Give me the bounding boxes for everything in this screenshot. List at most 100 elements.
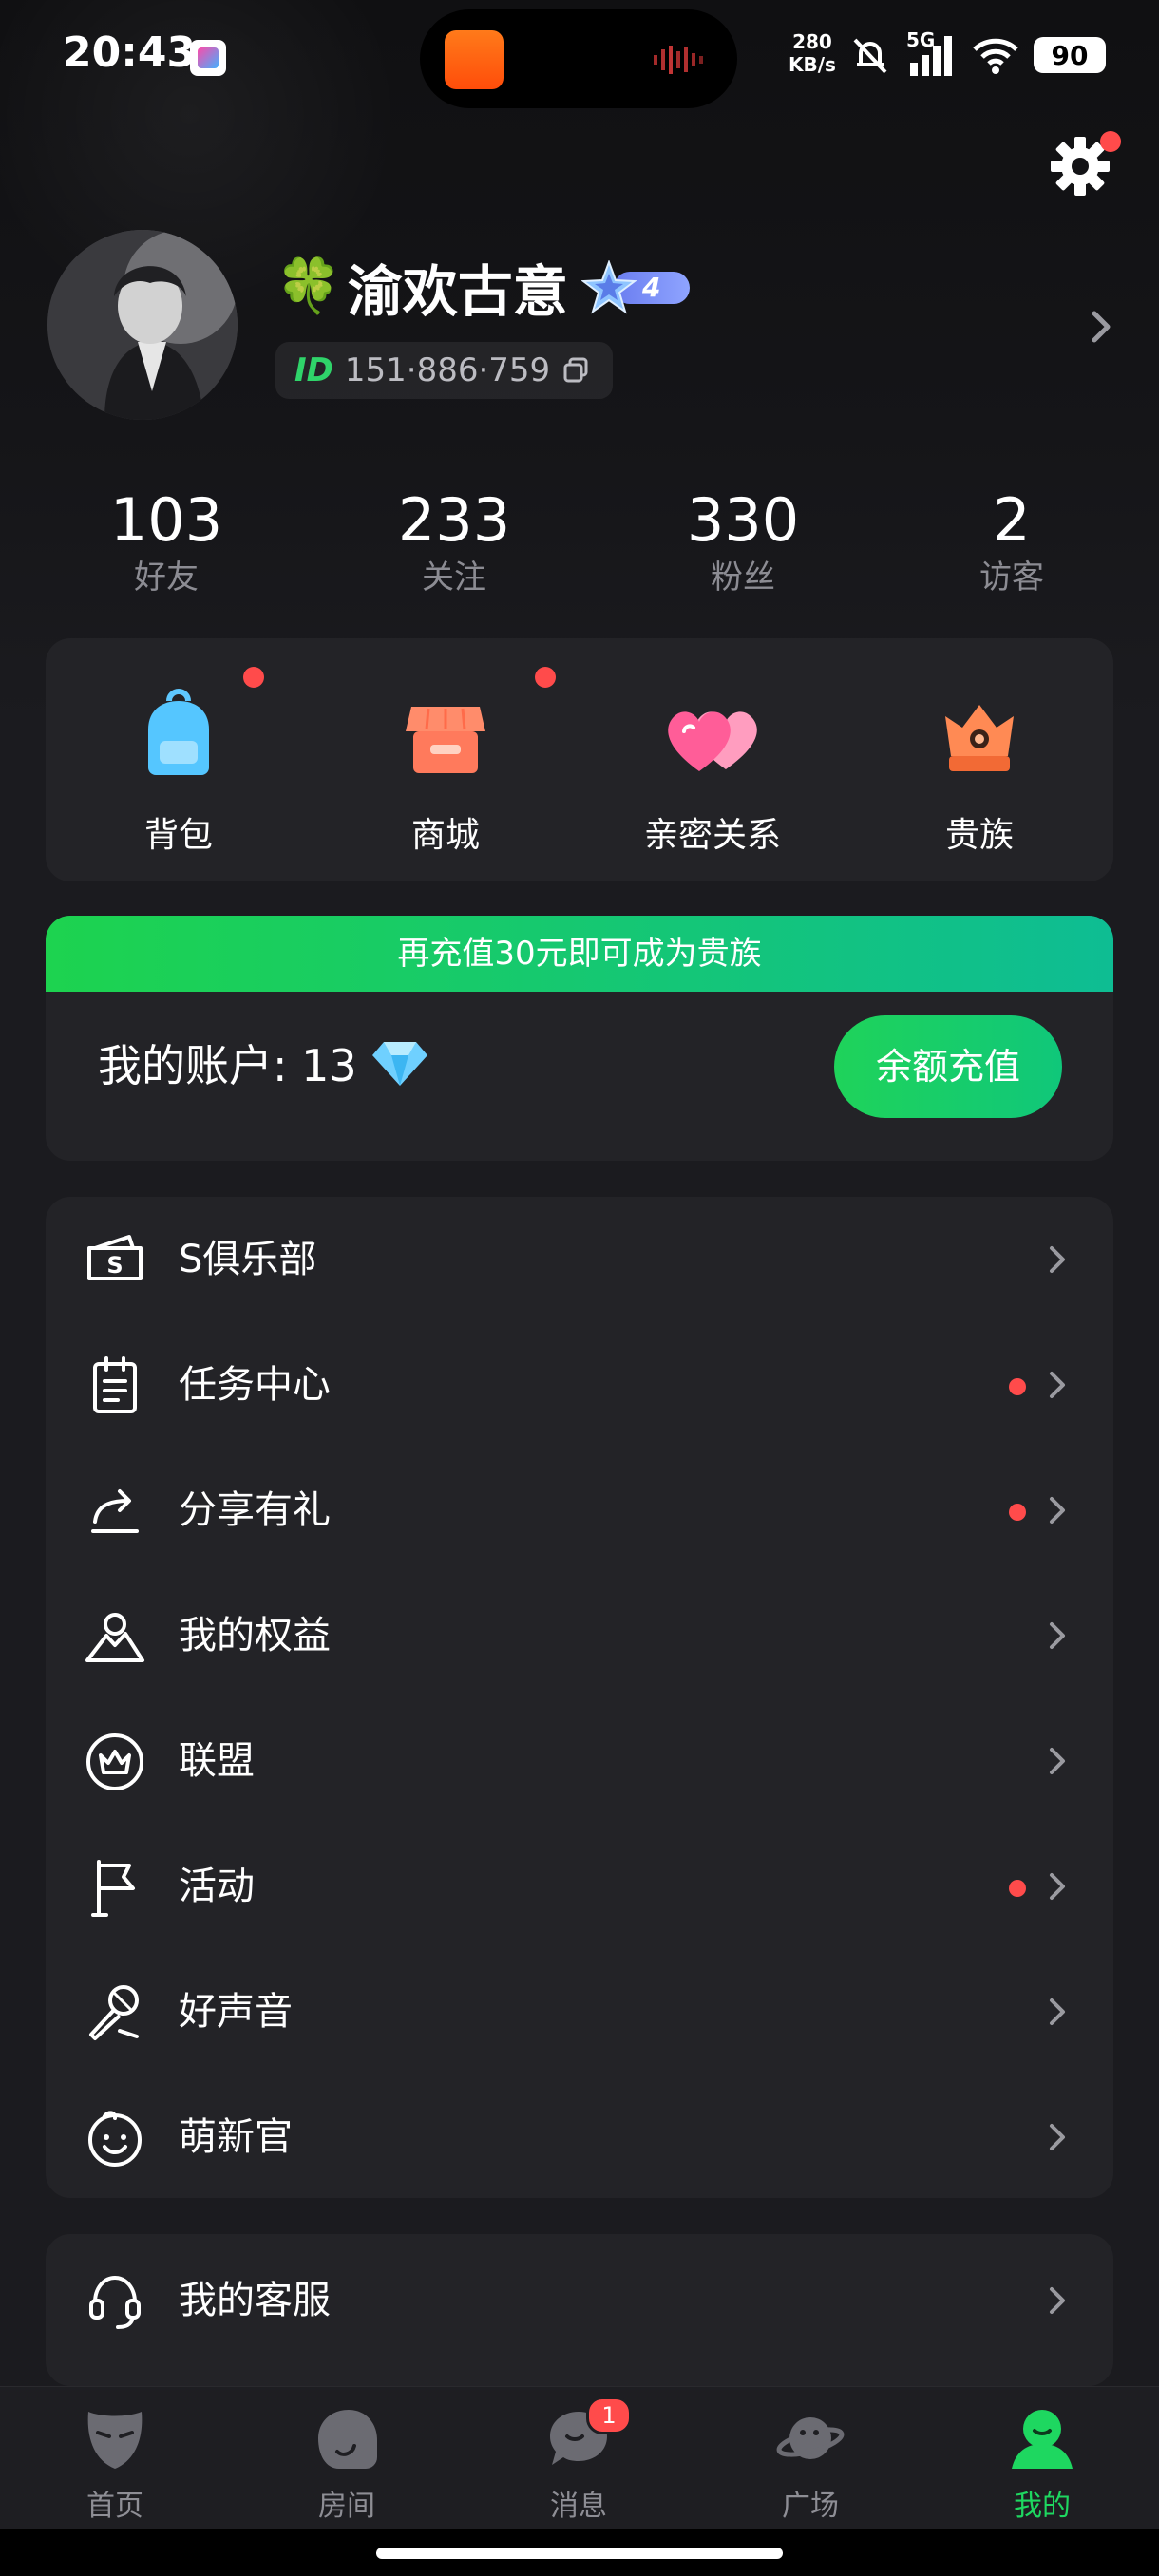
- menu-item-customer-service[interactable]: 我的客服: [46, 2238, 1113, 2363]
- quick-action-nobility[interactable]: 贵族: [846, 638, 1112, 881]
- network-speed-value: 280: [792, 30, 832, 53]
- nobility-upgrade-banner[interactable]: 再充值30元即可成为贵族: [46, 916, 1113, 992]
- quick-action-label: 背包: [143, 816, 213, 855]
- menu-item-label: 萌新官: [179, 2115, 293, 2159]
- menu-item-share-rewards[interactable]: 分享有礼: [46, 1448, 1113, 1573]
- menu-item-task-center[interactable]: 任务中心: [46, 1322, 1113, 1448]
- chevron-right-icon: [1050, 2287, 1065, 2314]
- nav-tab-label: 消息: [550, 2490, 607, 2523]
- menu-item-alliance[interactable]: 联盟: [46, 1698, 1113, 1824]
- nickname-row[interactable]: 🍀 渝欢古意 4: [276, 249, 695, 325]
- chevron-right-icon: [1050, 1372, 1065, 1398]
- menu-item-s-club[interactable]: S S俱乐部: [46, 1197, 1113, 1322]
- stat-visitors[interactable]: 2 访客: [907, 484, 1116, 598]
- nav-tab-messages[interactable]: 1 消息: [493, 2387, 664, 2529]
- share-rewards-notification-dot: [1009, 1504, 1026, 1521]
- stat-label: 访客: [979, 559, 1044, 597]
- chevron-right-icon: [1050, 1998, 1065, 2025]
- stat-following[interactable]: 233 关注: [350, 484, 559, 598]
- nav-tab-plaza[interactable]: 广场: [725, 2387, 896, 2529]
- stat-label: 关注: [422, 559, 486, 597]
- mute-bell-icon: [853, 38, 887, 74]
- home-indicator[interactable]: [376, 2548, 783, 2559]
- recharge-button[interactable]: 余额充值: [834, 1015, 1062, 1118]
- stat-fans[interactable]: 330 粉丝: [638, 484, 847, 598]
- headset-icon: [89, 2275, 141, 2329]
- network-type: 5G: [906, 28, 936, 51]
- bottom-nav: 首页 房间 1 消息 广场 我的: [0, 2386, 1159, 2529]
- stat-label: 好友: [134, 559, 199, 597]
- stat-value: 233: [397, 485, 511, 555]
- stats-row: 103 好友 233 关注 330 粉丝 2 访客: [0, 484, 1159, 608]
- quick-action-shop[interactable]: 商城: [313, 638, 579, 881]
- account-card: 再充值30元即可成为贵族 我的账户: 13 余额充值: [46, 916, 1113, 1161]
- shop-notification-dot: [535, 667, 556, 688]
- backpack-notification-dot: [243, 667, 264, 688]
- nav-tab-room[interactable]: 房间: [261, 2387, 432, 2529]
- menu-item-label: 我的客服: [179, 2279, 331, 2322]
- menu-item-label: 我的权益: [179, 1614, 331, 1657]
- quick-action-label: 贵族: [944, 816, 1014, 855]
- avatar[interactable]: [48, 230, 238, 420]
- quick-actions-card: 背包 商城 亲密关系 贵族: [46, 638, 1113, 881]
- messages-unread-badge: 1: [586, 2396, 632, 2434]
- clover-icon: 🍀: [276, 256, 342, 317]
- id-label: ID: [294, 351, 333, 389]
- menu-item-events[interactable]: 活动: [46, 1824, 1113, 1949]
- menu-item-label: 活动: [179, 1865, 255, 1908]
- level-badge[interactable]: 4: [580, 260, 695, 314]
- quick-action-backpack[interactable]: 背包: [46, 638, 312, 881]
- stat-friends[interactable]: 103 好友: [62, 484, 271, 598]
- cellular-signal-icon: 5G: [906, 28, 958, 78]
- svg-text:S: S: [106, 1252, 123, 1279]
- menu-item-newbie-guide[interactable]: 萌新官: [46, 2074, 1113, 2200]
- account-balance: 我的账户: 13: [98, 1030, 429, 1096]
- settings-button[interactable]: [1047, 131, 1121, 199]
- audio-wave-icon: [654, 46, 703, 74]
- user-id-value: 151·886·759: [344, 351, 551, 389]
- menu-item-label: 分享有礼: [179, 1488, 331, 1532]
- chevron-right-icon: [1050, 1497, 1065, 1524]
- nav-tab-home[interactable]: 首页: [29, 2387, 200, 2529]
- status-icons: 5G 90: [847, 27, 1106, 84]
- user-id-chip[interactable]: ID 151·886·759: [276, 342, 614, 399]
- copy-icon[interactable]: [561, 356, 590, 385]
- diamond-icon: [371, 1042, 428, 1086]
- menu-item-label: S俱乐部: [179, 1238, 317, 1281]
- menu-card: S S俱乐部 任务中心 分享有礼 我的权益 联盟 活动 好声音 萌新官: [46, 1197, 1113, 2198]
- stat-value: 103: [109, 485, 223, 555]
- task-center-notification-dot: [1009, 1378, 1026, 1395]
- live-app-icon: [445, 30, 504, 89]
- status-bar: 20:43 280 KB/s 5G 90: [0, 0, 1159, 114]
- backpack-icon: [148, 689, 209, 775]
- dynamic-island[interactable]: [420, 9, 737, 108]
- menu-item-my-benefits[interactable]: 我的权益: [46, 1573, 1113, 1698]
- planet-icon: [776, 2417, 845, 2459]
- stat-value: 330: [686, 485, 800, 555]
- nav-tab-label: 房间: [318, 2490, 375, 2523]
- star-level-icon: [580, 260, 636, 314]
- chevron-right-icon: [1050, 1873, 1065, 1900]
- quick-action-label: 亲密关系: [643, 816, 781, 855]
- chevron-right-icon: [1050, 1246, 1065, 1273]
- network-speed-unit: KB/s: [788, 53, 836, 76]
- club-ticket-icon: S: [87, 1235, 142, 1280]
- events-notification-dot: [1009, 1880, 1026, 1897]
- nav-tab-label: 首页: [86, 2490, 143, 2523]
- room-icon: [318, 2410, 377, 2469]
- quick-action-label: 商城: [410, 816, 480, 855]
- stat-value: 2: [993, 485, 1031, 555]
- menu-item-good-voice[interactable]: 好声音: [46, 1949, 1113, 2074]
- nav-tab-me[interactable]: 我的: [957, 2387, 1128, 2529]
- quick-action-intimacy[interactable]: 亲密关系: [580, 638, 846, 881]
- smiley-icon: [88, 2111, 142, 2167]
- menu-item-label: 任务中心: [179, 1363, 331, 1407]
- notification-app-icon: [190, 40, 226, 76]
- flag-icon: [91, 1860, 135, 1917]
- battery-indicator: 90: [1034, 37, 1106, 73]
- chevron-right-icon: [1050, 2124, 1065, 2150]
- profile-chevron-icon[interactable]: [1085, 306, 1117, 348]
- shop-icon: [406, 707, 485, 773]
- me-icon: [1012, 2410, 1073, 2469]
- status-time: 20:43: [63, 28, 197, 77]
